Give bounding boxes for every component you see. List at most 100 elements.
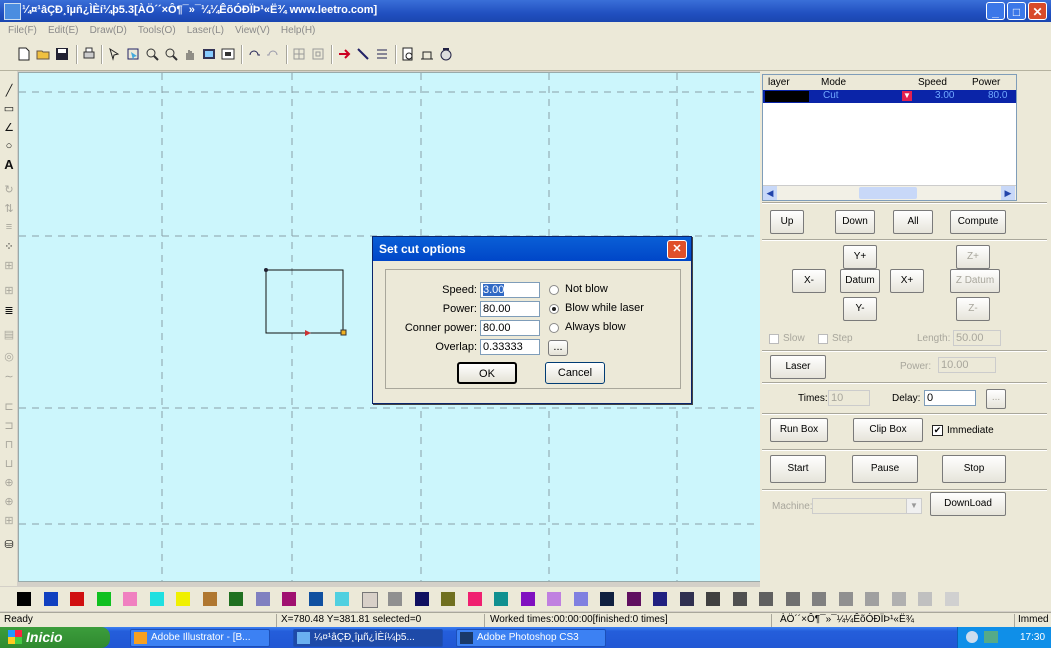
palette-swatch[interactable]	[176, 592, 190, 606]
download-button[interactable]: DownLoad	[930, 492, 1006, 516]
not-blow-radio[interactable]	[549, 285, 559, 295]
delay-field[interactable]: 0	[924, 390, 976, 406]
speed-col-header[interactable]: Speed	[918, 77, 947, 88]
array-icon[interactable]: ⁘	[3, 241, 15, 253]
delay-browse-button[interactable]: ...	[986, 389, 1006, 409]
palette-swatch[interactable]	[732, 592, 747, 606]
palette-swatch[interactable]	[759, 592, 773, 606]
y-minus-button[interactable]: Y-	[843, 297, 877, 321]
palette-swatch[interactable]	[414, 592, 429, 606]
ellipse-tool-icon[interactable]: ○	[3, 140, 15, 152]
network-icon[interactable]	[984, 631, 998, 643]
rectangle-tool-icon[interactable]: ▭	[3, 103, 15, 115]
x-plus-button[interactable]: X+	[890, 269, 924, 293]
ungroup-icon[interactable]	[311, 47, 325, 61]
maximize-button[interactable]: □	[1007, 2, 1026, 20]
sort-icon[interactable]	[375, 47, 389, 61]
curve-icon[interactable]: ∼	[3, 371, 15, 383]
palette-swatch[interactable]	[626, 592, 641, 606]
cancel-button[interactable]: Cancel	[545, 362, 605, 384]
print-setup-icon[interactable]	[82, 47, 96, 61]
palette-swatch[interactable]	[308, 592, 323, 606]
text-tool-icon[interactable]: A	[3, 158, 15, 171]
conner-power-field[interactable]: 80.00	[480, 320, 540, 336]
speed-field[interactable]: 3.00	[480, 282, 540, 298]
tray-back-icon[interactable]	[966, 631, 978, 643]
compute-button[interactable]: Compute	[950, 210, 1006, 234]
save-icon[interactable]	[55, 47, 69, 61]
zoom-in-icon[interactable]	[145, 47, 159, 61]
down-button[interactable]: Down	[835, 210, 875, 234]
horizontal-scrollbar[interactable]: ◀ ▶	[763, 185, 1016, 200]
palette-swatch[interactable]	[918, 592, 932, 606]
palette-swatch[interactable]	[70, 592, 84, 606]
palette-swatch[interactable]	[679, 592, 694, 606]
scroll-thumb[interactable]	[859, 187, 917, 199]
center-h-icon[interactable]: ⊕	[3, 477, 15, 489]
laser-power-field[interactable]: 10.00	[938, 357, 996, 373]
align-right-icon[interactable]: ⊐	[3, 420, 15, 432]
palette-swatch[interactable]	[785, 592, 800, 606]
palette-swatch[interactable]	[17, 592, 31, 606]
machine-icon[interactable]	[439, 47, 453, 61]
palette-swatch[interactable]	[229, 592, 243, 606]
menu-help[interactable]: Help(H)	[281, 22, 315, 39]
palette-swatch[interactable]	[944, 592, 959, 606]
mode-col-header[interactable]: Mode	[821, 77, 846, 88]
machine-select[interactable]: ▼	[812, 498, 922, 514]
fill-lines-icon[interactable]: ≣	[3, 305, 15, 317]
immediate-checkbox[interactable]: ✔	[932, 425, 943, 436]
all-button[interactable]: All	[893, 210, 933, 234]
align-top-icon[interactable]: ⊓	[3, 439, 15, 451]
palette-swatch[interactable]	[494, 592, 508, 606]
palette-swatch[interactable]	[706, 592, 720, 606]
palette-swatch[interactable]	[123, 592, 137, 606]
palette-swatch[interactable]	[96, 592, 111, 606]
palette-swatch[interactable]	[812, 592, 826, 606]
scroll-right-icon[interactable]: ▶	[1001, 186, 1015, 200]
drawn-rectangle[interactable]	[264, 268, 347, 336]
center-both-icon[interactable]: ⊞	[3, 515, 15, 527]
menu-file[interactable]: File(F)	[8, 22, 37, 39]
machine-dropdown-icon[interactable]: ▼	[906, 499, 921, 513]
laser-button[interactable]: Laser	[770, 355, 826, 379]
start-point-icon[interactable]	[356, 47, 370, 61]
power-field[interactable]: 80.00	[480, 301, 540, 317]
offset-icon[interactable]: ◎	[3, 351, 15, 363]
palette-swatch[interactable]	[653, 592, 667, 606]
undo-icon[interactable]	[247, 47, 261, 61]
palette-swatch[interactable]	[441, 592, 455, 606]
pan-hand-icon[interactable]	[183, 47, 197, 61]
task-laser-app[interactable]: ¼¤¹âÇÐ¸îµñ¿ÌÈí¼þ5...	[293, 629, 443, 647]
palette-swatch[interactable]	[467, 592, 482, 606]
palette-swatch[interactable]	[520, 592, 535, 606]
up-button[interactable]: Up	[770, 210, 804, 234]
rotate-icon[interactable]: ↻	[3, 184, 15, 196]
palette-swatch[interactable]	[600, 592, 614, 606]
layer-stack-icon[interactable]: ⛁	[3, 539, 15, 551]
pause-button[interactable]: Pause	[852, 455, 918, 483]
polyline-tool-icon[interactable]: ∠	[3, 122, 15, 134]
run-box-button[interactable]: Run Box	[770, 418, 828, 442]
palette-swatch[interactable]	[891, 592, 906, 606]
always-blow-radio[interactable]	[549, 323, 559, 333]
dialog-close-button[interactable]: ✕	[667, 240, 687, 259]
palette-swatch[interactable]	[255, 592, 270, 606]
fit-page-icon[interactable]	[202, 47, 216, 61]
align-icon[interactable]: ≡	[3, 221, 15, 233]
palette-swatch[interactable]	[149, 592, 164, 606]
menu-laser[interactable]: Laser(L)	[187, 22, 224, 39]
mode-dropdown-icon[interactable]: ▼	[902, 91, 912, 101]
step-checkbox[interactable]	[818, 334, 828, 344]
overlap-browse-button[interactable]: ...	[548, 340, 568, 356]
close-button[interactable]: ✕	[1028, 2, 1047, 20]
palette-swatch[interactable]	[865, 592, 879, 606]
z-plus-button[interactable]: Z+	[956, 245, 990, 269]
palette-swatch[interactable]	[361, 592, 378, 608]
layer-list[interactable]: layer Mode Speed Power Cut ▼ 3.00 80.0 ◀…	[762, 74, 1017, 201]
datum-button[interactable]: Datum	[840, 269, 880, 293]
layer-row[interactable]: Cut ▼ 3.00 80.0	[763, 90, 1016, 103]
zoom-out-icon[interactable]	[164, 47, 178, 61]
fit-selection-icon[interactable]	[221, 47, 235, 61]
menu-tools[interactable]: Tools(O)	[138, 22, 176, 39]
